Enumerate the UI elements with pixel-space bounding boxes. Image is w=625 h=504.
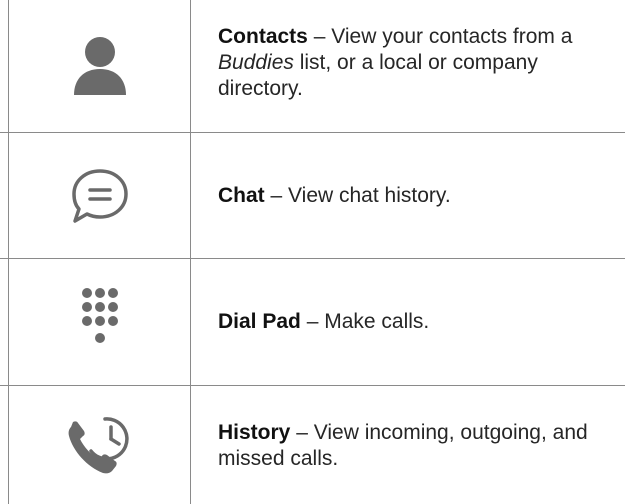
icon-cell-dial-pad (9, 259, 190, 385)
text-cell-dial-pad: Dial Pad – Make calls. (218, 259, 617, 385)
history-description: History – View incoming, outgoing, and m… (218, 421, 588, 470)
term-history: History (218, 421, 291, 444)
table-row-chat: Chat – View chat history. (0, 133, 625, 259)
chat-description: Chat – View chat history. (218, 183, 451, 207)
call-history-icon (68, 417, 129, 474)
table-row-dial-pad: Dial Pad – Make calls. (0, 259, 625, 386)
dial-pad-icon (81, 288, 118, 343)
text-cell-contacts: Contacts – View your contacts from a Bud… (218, 0, 617, 132)
text-cell-history: History – View incoming, outgoing, and m… (218, 386, 617, 504)
chat-bubble-icon (71, 168, 128, 223)
icon-cell-contacts (9, 0, 190, 132)
feature-table: Contacts – View your contacts from a Bud… (0, 0, 625, 504)
icon-cell-history (9, 386, 190, 504)
text-cell-chat: Chat – View chat history. (218, 133, 617, 258)
person-icon (73, 37, 126, 95)
table-row-contacts: Contacts – View your contacts from a Bud… (0, 0, 625, 133)
term-contacts: Contacts (218, 25, 308, 48)
term-chat: Chat (218, 183, 265, 207)
term-dial-pad: Dial Pad (218, 310, 301, 333)
dial-pad-description: Dial Pad – Make calls. (218, 310, 430, 333)
table-row-history: History – View incoming, outgoing, and m… (0, 386, 625, 504)
icon-cell-chat (9, 133, 190, 258)
contacts-description: Contacts – View your contacts from a Bud… (218, 25, 573, 100)
buddies-emphasis: Buddies (218, 51, 294, 74)
